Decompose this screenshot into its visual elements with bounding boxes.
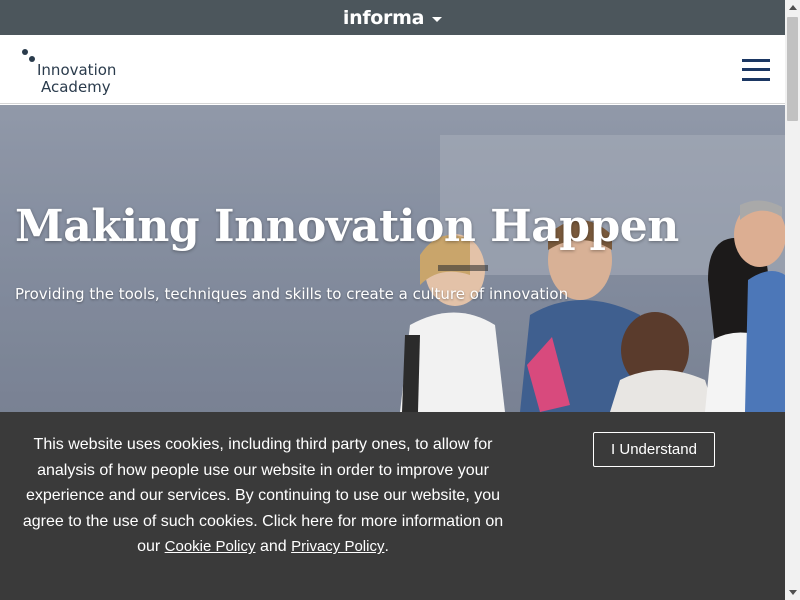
i-understand-button[interactable]: I Understand (593, 432, 715, 467)
hamburger-menu-icon[interactable] (742, 59, 770, 81)
cookie-and-text: and (255, 538, 292, 556)
privacy-policy-link[interactable]: Privacy Policy (291, 538, 384, 555)
informa-brand-dropdown[interactable]: informa (342, 6, 443, 29)
innovation-academy-logo[interactable]: Innovation Academy (20, 47, 130, 97)
hero-background-image (0, 105, 785, 412)
cookie-policy-link[interactable]: Cookie Policy (165, 538, 256, 555)
site-header: Innovation Academy (0, 35, 785, 104)
page-scrollbar[interactable] (785, 0, 800, 600)
scrollbar-thumb[interactable] (787, 17, 798, 121)
caret-down-icon (432, 16, 443, 22)
logo-text-line2: Academy (41, 78, 111, 96)
cookie-message: This website uses cookies, including thi… (16, 432, 510, 560)
logo-text-line1: Innovation (37, 61, 117, 79)
informa-bar: informa (0, 0, 785, 35)
cookie-end-text: . (384, 538, 389, 556)
hero-title: Making Innovation Happen (15, 201, 679, 252)
informa-brand-text: informa (342, 6, 425, 29)
hero-banner: Making Innovation Happen Providing the t… (0, 105, 785, 412)
hero-subtitle: Providing the tools, techniques and skil… (15, 285, 569, 303)
scroll-up-arrow-icon[interactable] (785, 0, 800, 15)
scroll-down-arrow-icon[interactable] (785, 585, 800, 600)
logo-dots-icon (20, 49, 38, 67)
cookie-consent-banner: This website uses cookies, including thi… (0, 412, 785, 600)
